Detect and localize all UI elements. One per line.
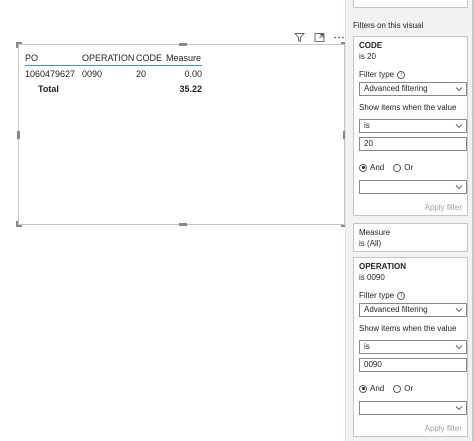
table-header-row: PO OPERATION CODE Measure <box>25 50 202 66</box>
or-radio-label[interactable]: Or <box>404 384 413 393</box>
filters-pane-title: Filters on this visual <box>353 21 424 30</box>
condition1-operator-dropdown[interactable]: is <box>359 119 467 133</box>
cell-code: 20 <box>136 68 147 79</box>
condition2-operator-dropdown[interactable] <box>359 180 467 194</box>
logic-radio-group: And Or <box>359 384 419 393</box>
info-icon[interactable]: i <box>397 70 406 79</box>
filters-pane: Filters on this visual CODE is 20 Filter… <box>345 0 474 441</box>
total-label: Total <box>38 83 59 94</box>
filter-card-code[interactable]: CODE is 20 Filter type i Advanced filter… <box>353 36 468 216</box>
and-radio-label[interactable]: And <box>370 384 384 393</box>
filter-card-title[interactable]: CODE <box>359 41 382 50</box>
table-visual[interactable]: PO OPERATION CODE Measure 1060479627 009… <box>16 42 347 227</box>
focus-mode-icon[interactable] <box>313 31 325 43</box>
and-radio[interactable] <box>359 384 367 393</box>
data-table: PO OPERATION CODE Measure 1060479627 009… <box>25 50 202 96</box>
and-radio-label[interactable]: And <box>370 163 384 172</box>
condition2-operator-dropdown[interactable] <box>359 401 467 415</box>
logic-radio-group: And Or <box>359 163 419 172</box>
filter-card-measure[interactable]: Measure is (All) <box>353 223 468 252</box>
table-total-row: Total 35.22 <box>25 81 202 96</box>
and-radio[interactable] <box>359 163 367 172</box>
filter-type-dropdown[interactable]: Advanced filtering <box>359 82 467 96</box>
info-icon[interactable]: i <box>397 291 406 300</box>
filter-icon[interactable] <box>293 31 305 43</box>
or-radio[interactable] <box>393 163 402 172</box>
filter-type-label: Filter type <box>359 70 395 79</box>
or-radio-label[interactable]: Or <box>404 163 413 172</box>
show-items-label: Show items when the value <box>359 324 457 333</box>
resize-handle-bottom[interactable] <box>179 223 187 226</box>
cell-measure: 0.00 <box>184 68 202 79</box>
filter-card-previous <box>353 0 468 8</box>
show-items-label: Show items when the value <box>359 103 457 112</box>
column-header-operation[interactable]: OPERATION <box>82 53 136 63</box>
total-measure: 35.22 <box>179 83 202 94</box>
resize-handle-top[interactable] <box>179 43 187 46</box>
resize-handle-bottom-left[interactable] <box>16 221 22 227</box>
filter-card-summary: is 20 <box>359 52 376 61</box>
cell-operation: 0090 <box>82 68 103 79</box>
condition1-operator-dropdown[interactable]: is <box>359 340 467 354</box>
filter-type-dropdown[interactable]: Advanced filtering <box>359 303 467 317</box>
visual-header <box>293 30 345 44</box>
condition1-value-input[interactable]: 20 <box>359 137 467 151</box>
condition1-value-input[interactable]: 0090 <box>359 358 467 372</box>
or-radio[interactable] <box>393 384 402 393</box>
apply-filter-button[interactable]: Apply filter <box>425 424 462 433</box>
resize-handle-left[interactable] <box>17 131 20 139</box>
column-header-po[interactable]: PO <box>25 53 82 63</box>
filter-card-summary: is (All) <box>359 239 382 248</box>
filter-card-summary: is 0090 <box>359 273 385 282</box>
filter-card-operation[interactable]: OPERATION is 0090 Filter type i Advanced… <box>353 257 468 437</box>
column-header-code[interactable]: CODE <box>136 53 166 63</box>
filter-card-title[interactable]: Measure <box>359 228 390 237</box>
chevron-down-icon <box>455 185 463 190</box>
resize-handle-top-left[interactable] <box>16 42 22 48</box>
chevron-down-icon <box>455 124 463 129</box>
cell-po: 1060479627 <box>25 68 76 79</box>
filter-type-label: Filter type <box>359 291 395 300</box>
chevron-down-icon <box>455 406 463 411</box>
filter-card-title[interactable]: OPERATION <box>359 262 406 271</box>
apply-filter-button[interactable]: Apply filter <box>425 203 462 212</box>
chevron-down-icon <box>455 345 463 350</box>
table-row[interactable]: 1060479627 0090 20 0.00 <box>25 66 202 81</box>
chevron-down-icon <box>455 87 463 92</box>
column-header-measure[interactable]: Measure <box>166 53 202 63</box>
chevron-down-icon <box>455 308 463 313</box>
